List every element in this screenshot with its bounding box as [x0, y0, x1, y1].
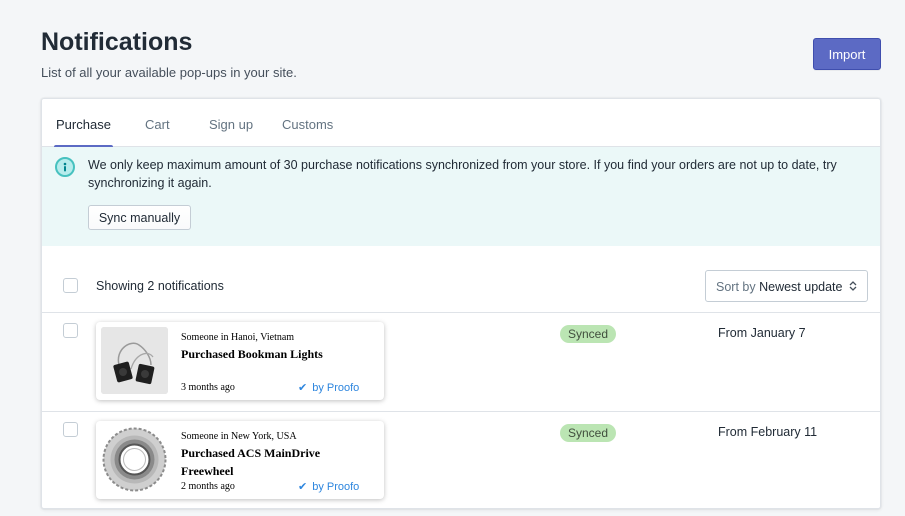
- customer-location: Someone in Hanoi, Vietnam: [181, 332, 295, 343]
- checkmark-icon: ✔: [298, 382, 308, 394]
- notification-preview[interactable]: Someone in Hanoi, Vietnam Purchased Book…: [96, 322, 384, 400]
- powered-by: ✔ by Proofo: [298, 382, 360, 394]
- from-date: From February 11: [718, 425, 818, 439]
- notification-preview[interactable]: Someone in New York, USA Purchased ACS M…: [96, 421, 384, 499]
- product-thumbnail: [101, 426, 168, 493]
- import-button[interactable]: Import: [813, 38, 881, 70]
- time-ago: 3 months ago: [181, 382, 235, 393]
- row-checkbox[interactable]: [63, 323, 78, 338]
- purchased-product: Purchased ACS MainDrive Freewheel: [181, 446, 321, 478]
- showing-count: Showing 2 notifications: [96, 279, 224, 293]
- select-arrows-icon: [849, 280, 857, 295]
- table-row: Someone in Hanoi, Vietnam Purchased Book…: [42, 312, 880, 411]
- sort-label: Sort by Newest update: [716, 280, 843, 294]
- page-subtitle: List of all your available pop-ups in yo…: [41, 65, 297, 80]
- row-checkbox[interactable]: [63, 422, 78, 437]
- product-thumbnail: [101, 327, 168, 394]
- table-row: Someone in New York, USA Purchased ACS M…: [42, 411, 880, 508]
- tab-bar: Purchase Cart Sign up Customs: [42, 99, 880, 148]
- page-title: Notifications: [41, 28, 193, 56]
- powered-by: ✔ by Proofo: [298, 481, 360, 493]
- banner-message: We only keep maximum amount of 30 purcha…: [88, 158, 837, 190]
- purchased-product: Purchased Bookman Lights: [181, 347, 323, 361]
- customer-location: Someone in New York, USA: [181, 431, 297, 442]
- sort-select[interactable]: Sort by Newest update: [705, 270, 868, 302]
- checkmark-icon: ✔: [298, 481, 308, 493]
- select-all-checkbox[interactable]: [63, 278, 78, 293]
- tab-customs[interactable]: Customs: [282, 99, 333, 147]
- status-badge: Synced: [560, 424, 617, 442]
- notifications-card: Purchase Cart Sign up Customs We only ke…: [41, 98, 881, 509]
- time-ago: 2 months ago: [181, 481, 235, 492]
- info-icon: [55, 157, 75, 177]
- sort-value: Newest update: [759, 280, 843, 294]
- tab-sign-up[interactable]: Sign up: [209, 99, 253, 147]
- info-banner: We only keep maximum amount of 30 purcha…: [42, 147, 880, 246]
- status-badge: Synced: [560, 325, 617, 343]
- tab-purchase[interactable]: Purchase: [54, 99, 113, 148]
- from-date: From January 7: [718, 326, 806, 340]
- sync-manually-button[interactable]: Sync manually: [88, 205, 191, 230]
- tab-cart[interactable]: Cart: [145, 99, 170, 147]
